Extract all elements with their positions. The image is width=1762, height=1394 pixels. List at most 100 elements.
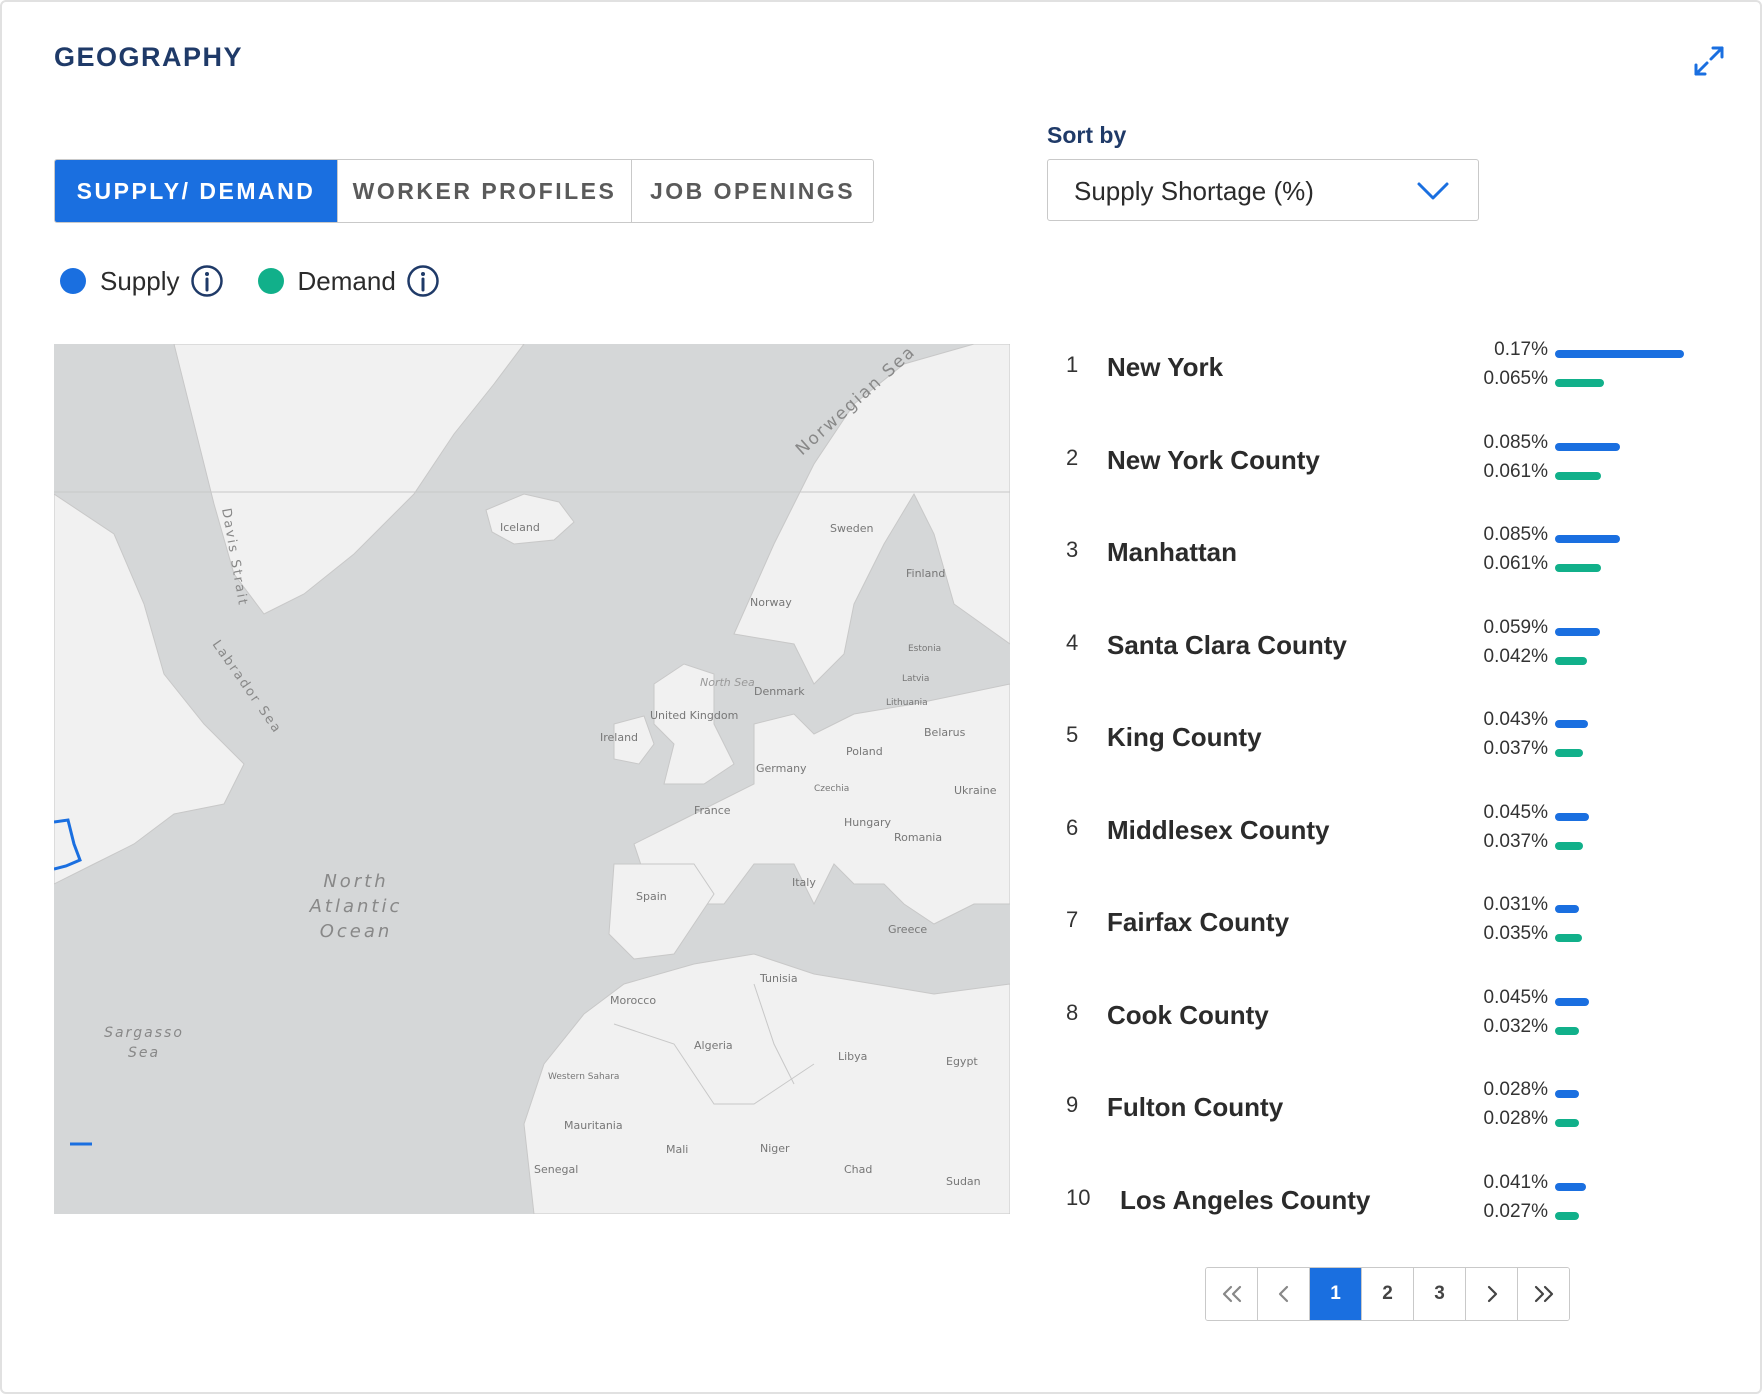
rank-number: 6: [1066, 814, 1079, 840]
demand-bar: [1555, 471, 1601, 480]
demand-value: 0.065%: [1483, 368, 1548, 389]
map-label-estonia: Estonia: [908, 644, 941, 654]
tab-supply-demand[interactable]: SUPPLY/ DEMAND: [55, 160, 337, 222]
tab-worker-profiles[interactable]: WORKER PROFILES: [337, 160, 631, 222]
page-button-3[interactable]: 3: [1413, 1268, 1465, 1320]
ranking-row[interactable]: 1 New York 0.17% 0.065%: [1062, 339, 1702, 434]
legend-item-supply: Supply: [60, 264, 224, 298]
demand-dot: [257, 268, 284, 294]
view-tabs: SUPPLY/ DEMAND WORKER PROFILES JOB OPENI…: [54, 159, 874, 223]
map-label-france: France: [694, 804, 731, 817]
demand-bar: [1555, 1119, 1579, 1127]
location-name: Fulton County: [1107, 1092, 1284, 1122]
ranking-row[interactable]: 9 Fulton County 0.028% 0.028%: [1062, 1079, 1702, 1174]
legend: Supply Demand: [60, 264, 474, 298]
geography-map[interactable]: Norwegian Sea Iceland Sweden Finland Nor…: [54, 344, 1010, 1214]
demand-bar: [1555, 656, 1587, 665]
info-icon[interactable]: [190, 264, 224, 298]
demand-value: 0.028%: [1483, 1108, 1548, 1129]
first-page-button[interactable]: [1206, 1268, 1257, 1320]
info-icon[interactable]: [406, 264, 440, 298]
rank-number: 7: [1066, 907, 1079, 932]
location-name: New York: [1107, 352, 1224, 382]
map-label-hungary: Hungary: [844, 816, 891, 829]
location-name: New York County: [1107, 444, 1320, 475]
demand-value: 0.061%: [1483, 460, 1548, 482]
supply-value: 0.043%: [1483, 709, 1548, 730]
expand-arrows-icon[interactable]: [1692, 44, 1726, 78]
map-label-iceland: Iceland: [500, 521, 540, 534]
demand-bar: [1555, 1211, 1579, 1220]
map-label-germany: Germany: [756, 762, 807, 775]
map-label-niger: Niger: [760, 1142, 790, 1155]
ranking-row[interactable]: 5 King County 0.043% 0.037%: [1062, 709, 1702, 804]
map-label-denmark: Denmark: [754, 685, 805, 698]
sort-selected-value: Supply Shortage (%): [1074, 176, 1314, 206]
demand-value: 0.032%: [1483, 1015, 1548, 1037]
location-name: Manhattan: [1107, 537, 1237, 567]
ranking-row[interactable]: 10 Los Angeles County 0.041% 0.027%: [1062, 1172, 1702, 1267]
ranking-row[interactable]: 3 Manhattan 0.085% 0.061%: [1062, 524, 1702, 619]
tab-job-openings[interactable]: JOB OPENINGS: [631, 160, 873, 222]
chevron-left-icon: [1278, 1285, 1288, 1303]
page-button-2[interactable]: 2: [1361, 1268, 1413, 1320]
demand-value: 0.037%: [1483, 830, 1548, 852]
demand-bar: [1555, 749, 1583, 757]
demand-value: 0.061%: [1483, 553, 1548, 574]
supply-bar: [1555, 997, 1589, 1006]
map-canvas: Norwegian Sea Iceland Sweden Finland Nor…: [54, 344, 1010, 1214]
supply-value: 0.045%: [1483, 801, 1548, 823]
rank-number: 1: [1066, 352, 1079, 377]
rank-number: 2: [1066, 444, 1079, 470]
demand-bar: [1555, 379, 1604, 387]
demand-value: 0.027%: [1483, 1200, 1548, 1222]
legend-item-demand: Demand: [257, 264, 440, 298]
map-label-ukraine: Ukraine: [954, 784, 997, 797]
location-name: Cook County: [1107, 999, 1269, 1030]
supply-dot: [60, 268, 86, 294]
rank-number: 3: [1066, 537, 1079, 562]
map-label-senegal: Senegal: [534, 1163, 578, 1176]
map-label-sweden: Sweden: [830, 522, 873, 535]
supply-value: 0.059%: [1483, 616, 1548, 638]
map-label-italy: Italy: [792, 876, 816, 889]
map-label-north-sea: North Sea: [700, 676, 755, 689]
map-label-finland: Finland: [906, 567, 945, 580]
double-chevron-right-icon: [1534, 1285, 1553, 1303]
ranking-row[interactable]: 7 Fairfax County 0.031% 0.035%: [1062, 894, 1702, 989]
map-label-norway: Norway: [750, 596, 792, 609]
prev-page-button[interactable]: [1257, 1268, 1309, 1320]
map-label-libya: Libya: [838, 1050, 867, 1063]
demand-value: 0.042%: [1483, 645, 1548, 667]
map-label-romania: Romania: [894, 831, 942, 844]
supply-bar: [1555, 720, 1588, 728]
map-label-north: North: [323, 871, 388, 892]
map-label-lithuania: Lithuania: [886, 698, 928, 708]
demand-value: 0.035%: [1483, 923, 1548, 944]
demand-bar: [1555, 564, 1601, 572]
sort-by-label: Sort by: [1047, 122, 1127, 148]
sort-by-dropdown[interactable]: Supply Shortage (%): [1047, 159, 1479, 221]
ranking-row[interactable]: 2 New York County 0.085% 0.061%: [1062, 432, 1702, 527]
pagination: 1 2 3: [1205, 1267, 1570, 1321]
rank-number: 4: [1066, 629, 1079, 655]
next-page-button[interactable]: [1465, 1268, 1517, 1320]
supply-value: 0.045%: [1483, 986, 1548, 1008]
supply-bar: [1555, 905, 1579, 913]
ranking-row[interactable]: 4 Santa Clara County 0.059% 0.042%: [1062, 616, 1702, 712]
supply-bar: [1555, 1090, 1579, 1098]
map-label-ireland: Ireland: [600, 731, 638, 744]
map-label-latvia: Latvia: [902, 674, 929, 684]
location-name: Santa Clara County: [1107, 629, 1347, 660]
supply-value: 0.085%: [1483, 524, 1548, 545]
map-label-sudan: Sudan: [946, 1175, 981, 1188]
map-label-western-sahara: Western Sahara: [548, 1072, 619, 1082]
last-page-button[interactable]: [1517, 1268, 1569, 1320]
ranking-row[interactable]: 6 Middlesex County 0.045% 0.037%: [1062, 801, 1702, 897]
ranking-row[interactable]: 8 Cook County 0.045% 0.032%: [1062, 986, 1702, 1082]
supply-bar: [1555, 442, 1620, 451]
page-button-1[interactable]: 1: [1309, 1268, 1361, 1320]
map-label-mali: Mali: [666, 1143, 688, 1156]
map-label-poland: Poland: [846, 745, 883, 758]
map-label-labrador-sea: Labrador Sea: [209, 638, 285, 737]
